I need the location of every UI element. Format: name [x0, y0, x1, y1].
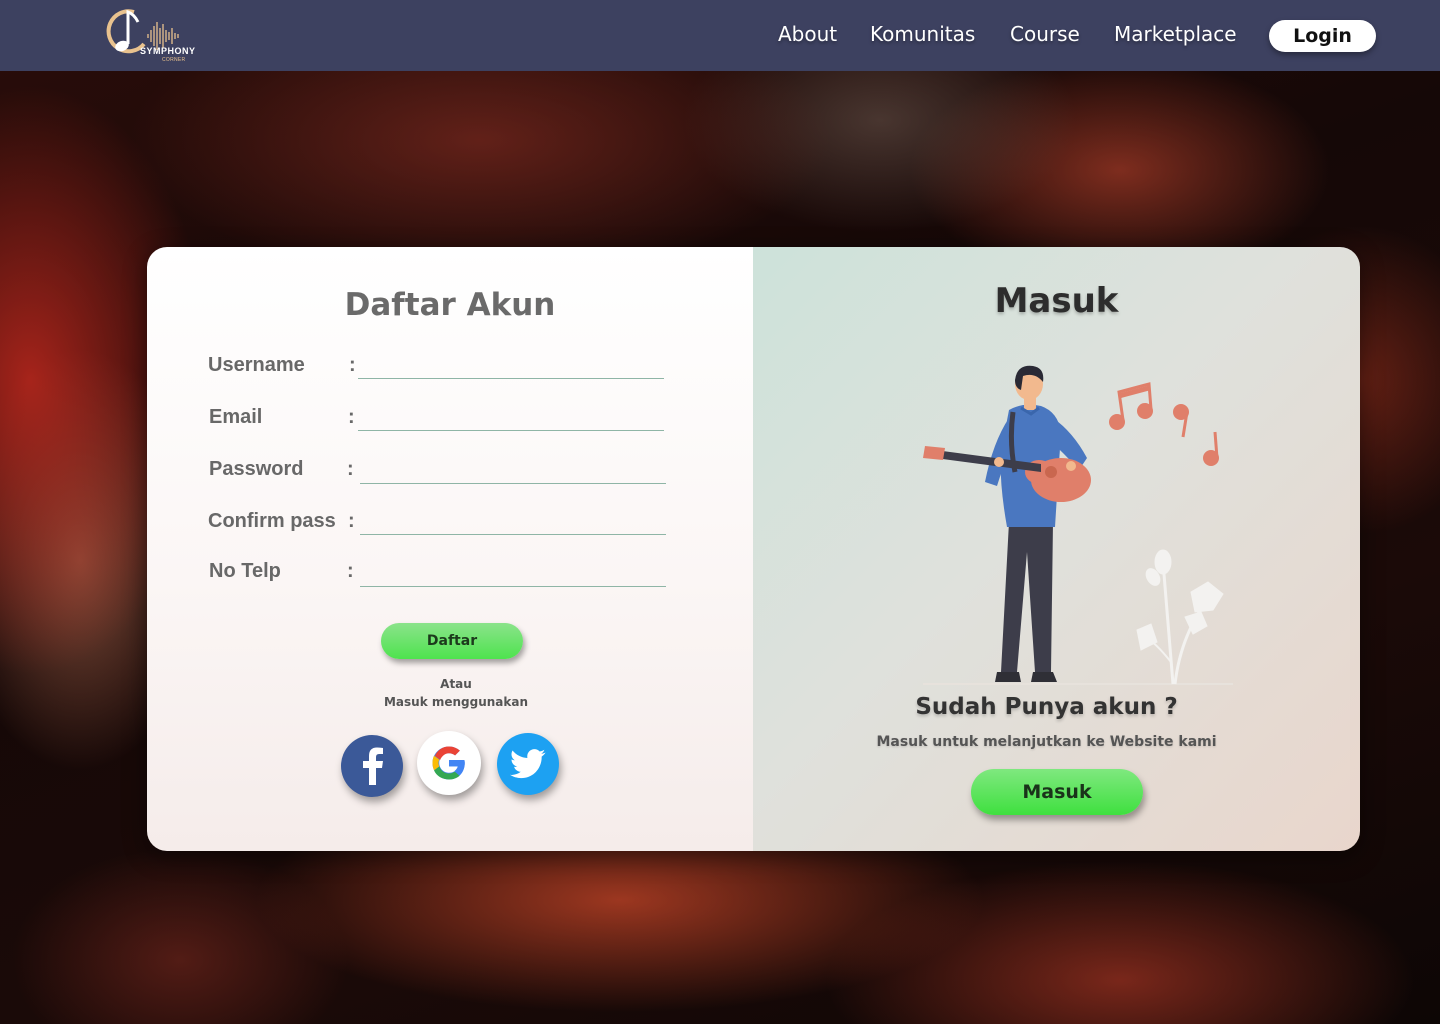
phone-colon: :	[347, 560, 354, 582]
login-button[interactable]: Login	[1269, 20, 1376, 52]
email-colon: :	[348, 406, 355, 428]
auth-card: Daftar Akun Username : Email : Password …	[147, 247, 1360, 851]
alt-text-login-with: Masuk menggunakan	[383, 695, 529, 709]
nav-link-komunitas[interactable]: Komunitas	[870, 22, 975, 46]
password-input[interactable]	[360, 458, 666, 484]
confirm-password-label: Confirm pass	[208, 510, 336, 532]
have-account-heading: Sudah Punya akun ?	[915, 694, 1178, 720]
twitter-login-button[interactable]	[497, 733, 559, 795]
google-icon	[432, 746, 465, 780]
username-input[interactable]	[358, 353, 664, 379]
logo-text: SYMPHONY	[140, 46, 196, 56]
phone-label: No Telp	[209, 560, 281, 582]
nav-link-marketplace[interactable]: Marketplace	[1114, 22, 1237, 46]
login-panel-subtitle: Masuk untuk melanjutkan ke Website kami	[876, 734, 1217, 750]
go-to-login-button[interactable]: Masuk	[971, 769, 1143, 815]
register-title: Daftar Akun	[344, 287, 556, 323]
login-prompt-panel: Masuk Sudah Punya akun ? Masuk untuk mel…	[753, 247, 1360, 851]
navbar: SYMPHONY CORNER About Komunitas Course M…	[0, 0, 1440, 71]
nav-link-about[interactable]: About	[778, 22, 837, 46]
alt-text-or: Atau	[440, 677, 472, 691]
register-panel: Daftar Akun Username : Email : Password …	[147, 247, 753, 851]
username-colon: :	[349, 354, 356, 376]
confirm-password-input[interactable]	[360, 509, 666, 535]
guitarist-illustration	[923, 365, 1233, 685]
password-colon: :	[347, 458, 354, 480]
facebook-login-button[interactable]	[341, 735, 403, 797]
register-button[interactable]: Daftar	[381, 623, 523, 659]
login-panel-title: Masuk	[994, 281, 1119, 321]
username-label: Username	[208, 354, 305, 376]
facebook-icon	[363, 747, 383, 785]
phone-input[interactable]	[360, 561, 666, 587]
password-label: Password	[209, 458, 304, 480]
logo-subtext: CORNER	[162, 57, 186, 63]
twitter-icon	[510, 749, 546, 779]
nav-link-course[interactable]: Course	[1010, 22, 1080, 46]
email-label: Email	[209, 406, 263, 428]
google-login-button[interactable]	[417, 731, 481, 795]
email-input[interactable]	[358, 405, 664, 431]
confirm-password-colon: :	[348, 510, 355, 532]
